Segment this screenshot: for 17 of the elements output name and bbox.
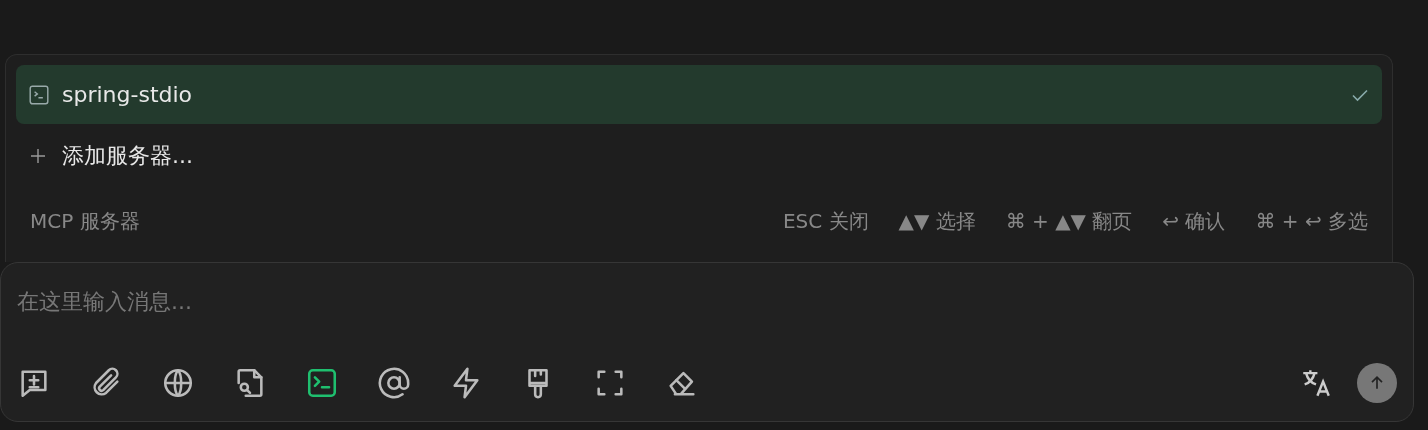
- server-name: spring-stdio: [62, 82, 193, 107]
- globe-icon[interactable]: [161, 366, 195, 400]
- plus-icon: [28, 146, 48, 166]
- server-item[interactable]: spring-stdio: [16, 65, 1382, 124]
- shortcut-hint: ⌘ + ↩ 多选: [1255, 207, 1368, 235]
- send-button[interactable]: [1357, 363, 1397, 403]
- add-server-item[interactable]: 添加服务器...: [16, 124, 1382, 188]
- terminal-icon: [28, 83, 50, 106]
- shortcut-hint: ⌘ + ▲▼ 翻页: [1005, 207, 1133, 235]
- popup-title: MCP 服务器: [30, 207, 140, 235]
- message-input[interactable]: 在这里输入消息...: [17, 281, 617, 322]
- shortcut-hint: ESC 关闭: [782, 207, 869, 235]
- terminal-icon[interactable]: [305, 366, 339, 400]
- shortcut-hint: ▲▼ 选择: [898, 207, 976, 235]
- shortcut-hint: ↩ 确认: [1162, 207, 1226, 235]
- add-server-label: 添加服务器...: [62, 142, 193, 170]
- at-sign-icon[interactable]: [377, 366, 411, 400]
